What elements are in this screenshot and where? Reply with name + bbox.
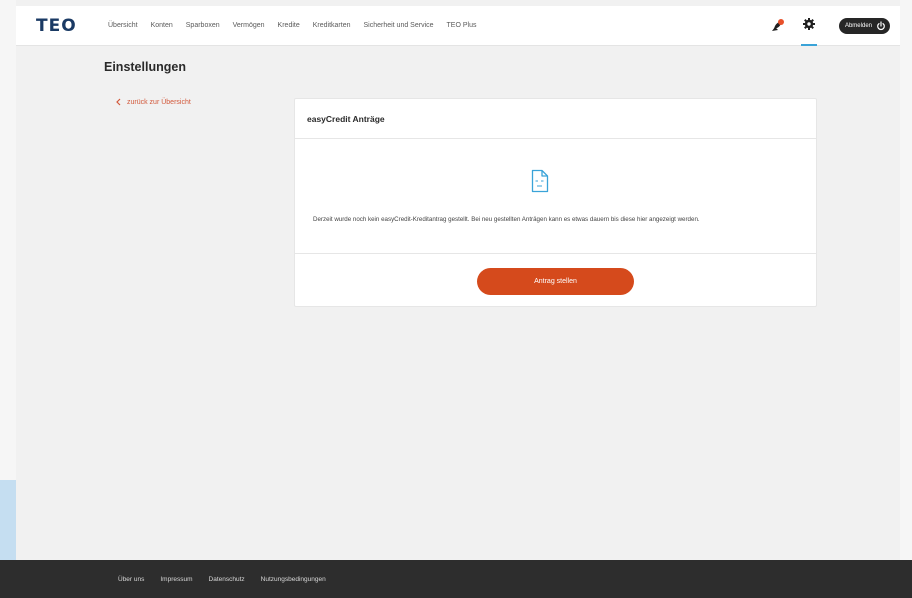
- nav-item-savings-boxes[interactable]: Sparboxen: [186, 22, 220, 29]
- submit-application-button[interactable]: Antrag stellen: [477, 268, 634, 295]
- main-nav: Übersicht Konten Sparboxen Vermögen Kred…: [108, 22, 489, 29]
- nav-item-credit-cards[interactable]: Kreditkarten: [313, 22, 351, 29]
- settings-button[interactable]: [800, 6, 817, 46]
- card-title: easyCredit Anträge: [307, 113, 385, 124]
- nav-item-security-service[interactable]: Sicherheit und Service: [363, 22, 433, 29]
- nav-item-teo-plus[interactable]: TEO Plus: [447, 22, 477, 29]
- no-applications-message: Derzeit wurde noch kein easyCredit-Kredi…: [313, 216, 700, 223]
- nav-item-loans[interactable]: Kredite: [278, 22, 300, 29]
- teo-logo[interactable]: TEO: [36, 16, 82, 36]
- power-icon: [876, 21, 886, 31]
- nav-item-accounts[interactable]: Konten: [151, 22, 173, 29]
- active-indicator: [800, 44, 817, 46]
- gear-icon: [802, 17, 815, 35]
- logout-button[interactable]: Abmelden: [838, 18, 890, 34]
- footer-link-imprint[interactable]: Impressum: [160, 576, 192, 583]
- footer-link-terms[interactable]: Nutzungsbedingungen: [261, 576, 326, 583]
- top-navigation-bar: TEO Übersicht Konten Sparboxen Vermögen …: [16, 6, 900, 46]
- chevron-left-icon: [116, 98, 121, 106]
- footer-link-about[interactable]: Über uns: [118, 576, 144, 583]
- left-edge: [0, 0, 16, 598]
- card-divider: [295, 253, 816, 254]
- logout-label: Abmelden: [844, 23, 872, 29]
- page-footer: Über uns Impressum Datenschutz Nutzungsb…: [0, 560, 912, 598]
- page-title: Einstellungen: [104, 60, 186, 74]
- card-header: easyCredit Anträge: [295, 99, 816, 139]
- back-to-overview-link[interactable]: zurück zur Übersicht: [116, 98, 191, 106]
- nav-item-assets[interactable]: Vermögen: [233, 22, 265, 29]
- nav-item-overview[interactable]: Übersicht: [108, 22, 138, 29]
- right-edge: [900, 0, 912, 560]
- easycredit-applications-card: easyCredit Anträge Derzeit wurde noch ke…: [294, 98, 817, 307]
- footer-link-privacy[interactable]: Datenschutz: [209, 576, 245, 583]
- rocket-icon[interactable]: [769, 18, 785, 34]
- back-link-label: zurück zur Übersicht: [127, 98, 191, 106]
- header-actions: Abmelden: [769, 6, 890, 46]
- document-icon: [531, 169, 549, 193]
